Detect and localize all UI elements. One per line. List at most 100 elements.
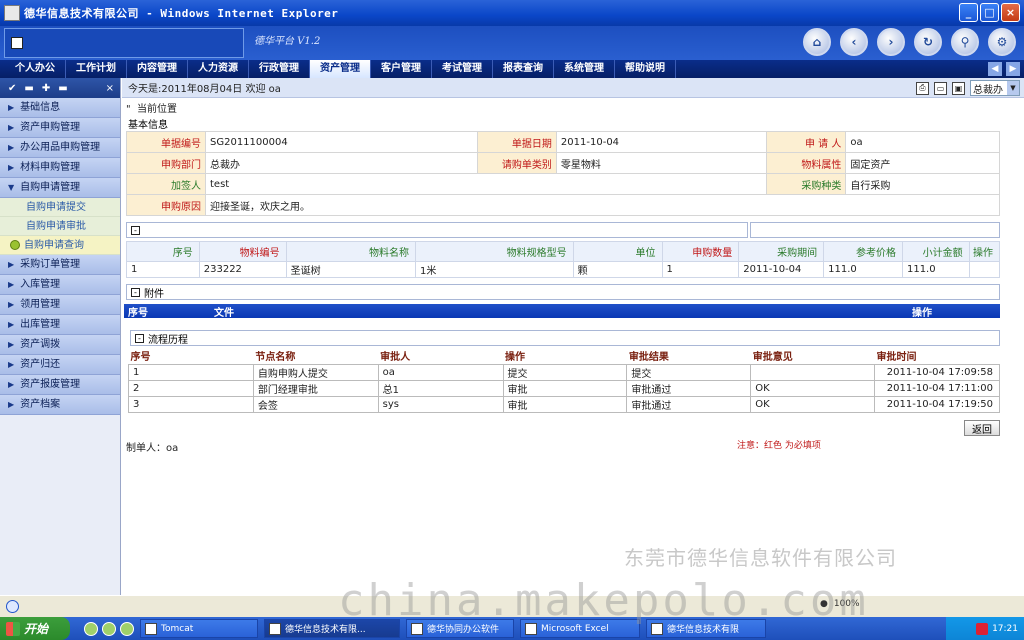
sidebar-item-expanded[interactable]: ▼ 自购申请管理 — [0, 178, 120, 198]
sidebar-item[interactable]: ▶ 资产报废管理 — [0, 375, 120, 395]
start-button[interactable]: 开始 — [0, 617, 70, 640]
table-cell — [968, 261, 1001, 278]
attach-table-header: 序号 文件 操作 — [124, 304, 1000, 319]
quicklaunch-icon[interactable] — [102, 621, 116, 636]
sidebar-item[interactable]: ▶ 办公用品申购管理 — [0, 138, 120, 158]
sidebar-subitem[interactable]: 自购申请审批 — [0, 217, 120, 236]
sidebar-item[interactable]: ▶ 采购订单管理 — [0, 255, 120, 275]
table-cell: 提交 — [502, 363, 628, 381]
tab-help[interactable]: 帮助说明 — [615, 60, 676, 78]
tab-admin[interactable]: 行政管理 — [249, 60, 310, 78]
required-note: 注意：红色 为必填项 — [737, 441, 821, 451]
forward-icon[interactable]: › — [877, 28, 905, 56]
attach-panel-bar[interactable]: - 附件 — [126, 284, 1000, 300]
quicklaunch-icon[interactable] — [84, 621, 98, 636]
table-cell: 111.0 — [901, 261, 970, 278]
search-icon[interactable]: ⚲ — [951, 28, 979, 56]
chevron-right-icon: ▶ — [8, 102, 15, 112]
table-cell: 233222 — [198, 261, 287, 278]
collapse-all-icon[interactable]: ▬ — [58, 83, 67, 94]
collapse-icon[interactable]: ▬ — [24, 83, 33, 94]
collapse-icon[interactable]: - — [131, 225, 140, 235]
table-row: 1 自购申购人提交 oa 提交 提交 2011-10-04 17:09:58 — [128, 363, 1000, 381]
sidebar-item[interactable]: ▶ 资产档案 — [0, 395, 120, 415]
table-cell: 审批 — [502, 379, 628, 397]
dropdown-icon: ▼ — [1007, 81, 1019, 95]
chevron-right-icon: ▶ — [8, 142, 15, 152]
tab-plan[interactable]: 工作计划 — [66, 60, 127, 78]
tab-personal[interactable]: 个人办公 — [5, 60, 66, 78]
info-label: 申购部门 — [126, 152, 206, 174]
info-label: 单据日期 — [476, 131, 557, 153]
col-header: 操作 — [912, 307, 932, 319]
tray-icon[interactable] — [976, 622, 989, 635]
sidebar-subitem-active[interactable]: 自购申请查询 — [0, 236, 120, 255]
table-cell: 部门经理审批 — [252, 379, 379, 397]
sidebar-item[interactable]: ▶ 入库管理 — [0, 275, 120, 295]
tab-hr[interactable]: 人力资源 — [188, 60, 249, 78]
chevron-right-icon: ▶ — [8, 299, 15, 309]
sidebar-toolbar: ✔ ▬ ✚ ▬ × — [0, 78, 120, 98]
watermark-company: 东莞市德华信息软件有限公司 — [624, 546, 897, 570]
section-title: 基本信息 — [128, 120, 168, 131]
info-label: 申购原因 — [126, 194, 206, 216]
back-icon[interactable]: ‹ — [840, 28, 868, 56]
info-value: oa — [845, 131, 1000, 153]
minimize-button[interactable]: _ — [959, 3, 978, 22]
sidebar-item[interactable]: ▶ 资产归还 — [0, 355, 120, 375]
bullet-icon — [10, 240, 20, 250]
dept-select[interactable]: 总裁办 ▼ — [970, 80, 1020, 96]
nav-right-icon[interactable]: ▶ — [1006, 62, 1020, 76]
return-button[interactable]: 返回 — [964, 420, 1000, 436]
expand-all-icon[interactable]: ✚ — [42, 83, 50, 94]
table-cell: 111.0 — [823, 261, 903, 278]
table-cell: 圣诞树 — [285, 261, 416, 278]
sidebar-item[interactable]: ▶ 出库管理 — [0, 315, 120, 335]
sidebar-item[interactable]: ▶ 领用管理 — [0, 295, 120, 315]
minimize-panel-icon[interactable]: ▭ — [934, 81, 947, 95]
table-cell: 总1 — [377, 379, 504, 397]
maximize-button[interactable]: □ — [980, 3, 999, 22]
taskbar-item[interactable]: Tomcat — [140, 619, 258, 638]
col-header: 序号 — [128, 348, 254, 364]
table-row: 2 部门经理审批 总1 审批 审批通过 OK 2011-10-04 17:11:… — [128, 379, 1000, 397]
home-icon[interactable]: ⌂ — [803, 28, 831, 56]
table-cell: 审批通过 — [626, 395, 752, 413]
windows-logo-icon — [6, 621, 20, 636]
collapse-icon[interactable]: - — [135, 333, 144, 343]
quicklaunch-icon[interactable] — [120, 621, 134, 636]
col-header: 审批时间 — [874, 348, 1000, 364]
refresh-icon[interactable]: ↻ — [914, 28, 942, 56]
ie-icon — [269, 622, 281, 635]
tab-system[interactable]: 系统管理 — [554, 60, 615, 78]
sidebar-item[interactable]: ▶ 材料申购管理 — [0, 158, 120, 178]
flow-panel-bar[interactable]: - 流程历程 — [130, 330, 1000, 346]
sidebar-item[interactable]: ▶ 基础信息 — [0, 98, 120, 118]
print-icon[interactable]: ⎙ — [916, 81, 929, 95]
settings-icon[interactable]: ⚙ — [988, 28, 1016, 56]
col-header: 序号 — [128, 307, 148, 319]
sidebar-item[interactable]: ▶ 资产申购管理 — [0, 118, 120, 138]
tab-customers[interactable]: 客户管理 — [371, 60, 432, 78]
items-panel-bar[interactable]: - — [126, 222, 748, 238]
sidebar-item[interactable]: ▶ 资产调拨 — [0, 335, 120, 355]
table-cell — [750, 363, 876, 381]
brand-label: 德华平台 V1.2 — [254, 36, 321, 47]
col-header: 参考价格 — [823, 241, 903, 262]
nav-left-icon[interactable]: ◀ — [988, 62, 1002, 76]
check-icon[interactable]: ✔ — [8, 83, 16, 94]
tab-exams[interactable]: 考试管理 — [432, 60, 493, 78]
table-cell: oa — [377, 363, 504, 381]
tab-content[interactable]: 内容管理 — [127, 60, 188, 78]
info-value: 固定资产 — [845, 152, 1000, 174]
close-button[interactable]: × — [1001, 3, 1020, 22]
collapse-icon[interactable]: - — [131, 287, 140, 297]
maximize-panel-icon[interactable]: ▣ — [952, 81, 965, 95]
close-sidebar-icon[interactable]: × — [106, 83, 114, 94]
table-cell: OK — [750, 395, 876, 413]
table-cell: 审批 — [502, 395, 628, 413]
table-row: 3 会签 sys 审批 审批通过 OK 2011-10-04 17:19:50 — [128, 395, 1000, 413]
tab-reports[interactable]: 报表查询 — [493, 60, 554, 78]
sidebar-subitem[interactable]: 自购申请提交 — [0, 198, 120, 217]
tab-assets[interactable]: 资产管理 — [310, 60, 371, 78]
